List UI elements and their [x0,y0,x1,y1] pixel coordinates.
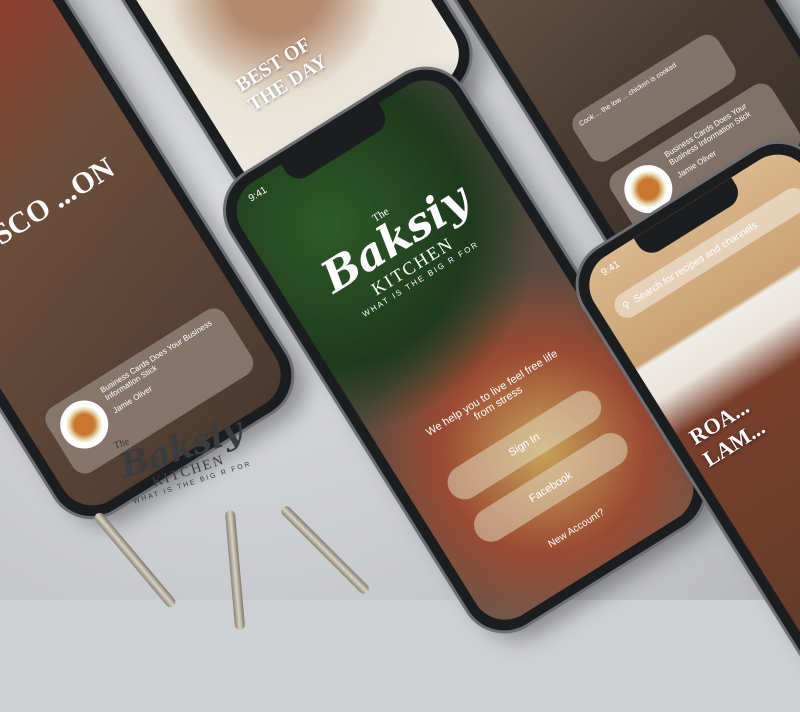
best-of-day-headline: BEST OF THE DAY [232,33,332,116]
status-time: 9:41 [246,184,270,205]
status-time: 9:41 [599,259,622,279]
right-headline: ROA... LAM... [684,393,770,472]
app-logo: The Baksiy KITCHEN WHAT IS THE BIG R FOR [272,144,530,349]
left-headline: ...CISCO ...ON [0,151,121,282]
search-icon: ⚲ [620,298,633,313]
